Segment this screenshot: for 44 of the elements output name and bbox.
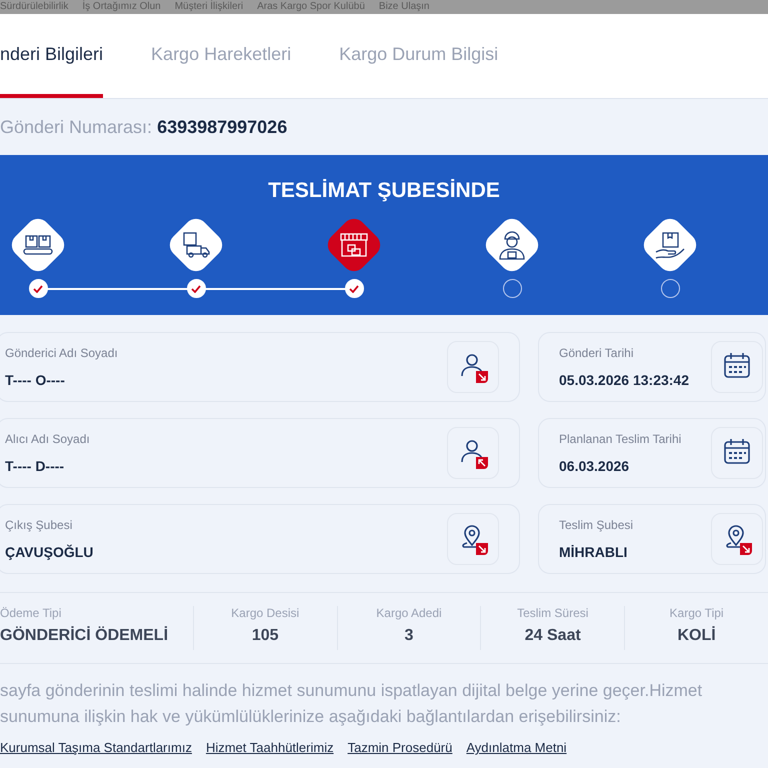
person-arrow-icon — [458, 351, 488, 383]
summary-label: Kargo Adedi — [375, 606, 443, 620]
summary-value: 24 Saat — [524, 627, 582, 645]
nav-link[interactable]: Sürdürülebilirlik — [0, 0, 68, 14]
person-arrow-icon — [458, 437, 488, 469]
field-label: Çıkış Şubesi — [5, 518, 74, 532]
footer-link[interactable]: Tazmin Prosedürü — [348, 740, 452, 755]
field-value: MİHRABLI — [559, 544, 628, 560]
summary-value: GÖNDERİCİ ÖDEMELİ — [0, 627, 170, 645]
field-value: 05.03.2026 13:23:42 — [559, 372, 689, 388]
summary-label: Kargo Desisi — [230, 606, 300, 620]
package-on-hand-icon — [653, 230, 687, 260]
status-title: TESLİMAT ŞUBESİNDE — [268, 179, 500, 204]
notice-text: sayfa gönderinin teslimi halinde hizmet sunumunu ispatlayan dijital belge yerine geçer.Hizmet sunumuna ilişkin hak ve yükümlülüklerinize aşağıdaki bağlantılardan erişebilirsiniz: — [0, 680, 704, 728]
field-label: Alıcı Adı Soyadı — [5, 432, 90, 446]
check-mark-icon — [349, 284, 359, 292]
field-value: T---- O---- — [5, 372, 66, 388]
tracking-number: 6393987997026 — [157, 116, 288, 138]
nav-link[interactable]: Bize Ulaşın — [378, 0, 430, 14]
field-label: Planlanan Teslim Tarihi — [559, 432, 682, 446]
tab[interactable]: Kargo Durum Bilgisi — [339, 14, 498, 98]
nav-link[interactable]: İş Ortağımız Olun — [82, 0, 161, 14]
nav-link[interactable]: Müşteri İlişkileri — [174, 0, 244, 14]
summary-value: 105 — [250, 627, 280, 645]
tab[interactable]: Kargo Hareketleri — [151, 14, 292, 98]
summary-label: Ödeme Tipi — [0, 606, 62, 620]
summary-label: Kargo Tipi — [668, 606, 725, 620]
field-value: T---- D---- — [5, 458, 66, 474]
check-mark-icon — [33, 284, 43, 292]
footer-link[interactable]: Hizmet Taahhütlerimiz — [206, 740, 334, 755]
field-label: Gönderi Tarihi — [559, 346, 634, 360]
footer-link[interactable]: Kurumsal Taşıma Standartlarımız — [0, 740, 192, 755]
tracking-label: Gönderi Numarası: — [0, 116, 152, 138]
check-mark-icon — [191, 284, 201, 292]
footer-link[interactable]: Aydınlatma Metni — [466, 740, 567, 755]
field-label: Teslim Şubesi — [559, 518, 634, 532]
summary-value: 3 — [404, 627, 414, 645]
tab[interactable]: nderi Bilgileri — [0, 14, 104, 98]
field-value: 06.03.2026 — [559, 458, 630, 474]
nav-link[interactable]: Aras Kargo Spor Kulübü — [257, 0, 365, 14]
summary-value: KOLİ — [676, 627, 717, 645]
field-label: Gönderici Adı Soyadı — [5, 346, 118, 360]
summary-label: Teslim Süresi — [516, 606, 590, 620]
field-value: ÇAVUŞOĞLU — [5, 544, 94, 560]
